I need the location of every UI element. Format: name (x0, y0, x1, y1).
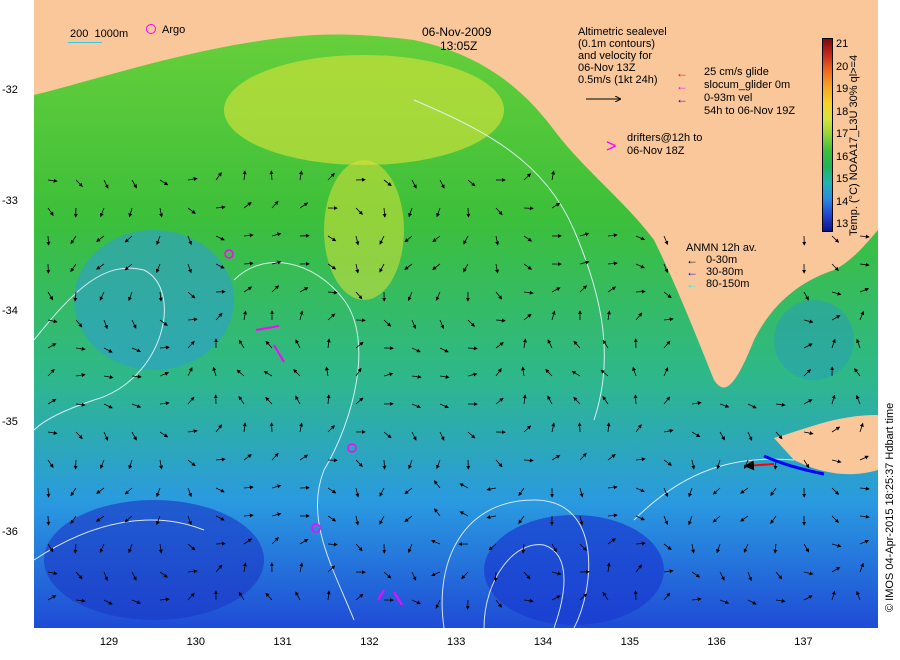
cool-eddy (74, 230, 234, 370)
x-tick-label: 136 (707, 636, 726, 648)
colorbar-tick: 20 (836, 60, 849, 73)
glide-25-label: 25 cm/s glide (704, 66, 769, 78)
drifters-line-2: 06-Nov 18Z (627, 145, 685, 157)
vel-time-label: 54h to 06-Nov 19Z (704, 105, 796, 117)
velocity-arrow (269, 422, 274, 433)
colorbar-title: Temp. (°C) NOAA17_L3U 30% ql>=4 (848, 54, 860, 236)
velocity-arrow (577, 422, 582, 433)
x-tick-label: 135 (620, 636, 639, 648)
map-time: 13:05Z (440, 39, 478, 53)
colorbar-tick: 19 (836, 83, 849, 95)
anmn-arrow-icon: ← (686, 277, 698, 291)
depth-1000-label: 1000m (94, 28, 129, 40)
x-tick-label: 134 (533, 636, 553, 648)
x-tick-label: 131 (273, 636, 292, 648)
altimetry-line-1: Altimetric sealevel (578, 26, 667, 38)
colorbar-tick: 14 (836, 195, 849, 208)
depth-200-label: 200 (70, 28, 89, 40)
altimetry-note: Altimetric sealevel (0.1m contours) and … (578, 26, 667, 86)
argo-legend-icon (146, 24, 156, 34)
cool-eddy (484, 515, 664, 625)
glider-legend: ← 25 cm/s glide ← slocum_glider 0m ← 0-9… (676, 66, 795, 117)
slocum-label: slocum_glider 0m (704, 79, 791, 91)
velocity-arrow (46, 515, 51, 526)
y-tick-label: -36 (2, 526, 18, 538)
temperature-colorbar (822, 38, 833, 232)
vel-label: 0-93m vel (704, 92, 753, 104)
anmn-legend: ANMN 12h av. ← 0-30m ← 30-80m ← 80-150m (686, 242, 757, 291)
y-tick-label: -35 (2, 415, 18, 428)
x-tick-label: 130 (186, 636, 205, 648)
scale-arrow (586, 94, 626, 104)
velocity-arrow (466, 207, 471, 218)
anmn-item: ← 80-150m (686, 277, 757, 291)
red-arrow-icon: ← (676, 66, 688, 80)
x-tick-label: 129 (99, 636, 119, 648)
drifter-icon: > (606, 136, 617, 156)
credit-text: © IMOS 04-Apr-2015 18:25:37 Hdbart time (884, 402, 896, 612)
velocity-arrow (73, 459, 78, 470)
altimetry-line-2: (0.1m contours) (578, 38, 656, 50)
altimetry-line-5: 0.5m/s (1kt 24h) (578, 74, 658, 86)
colorbar-tick: 17 (836, 128, 849, 140)
warm-patch (224, 55, 504, 165)
anmn-label: 0-30m (706, 254, 738, 266)
anmn-label: 30-80m (706, 266, 744, 278)
y-tick-label: -33 (2, 194, 18, 207)
drifters-line-1: drifters@12h to (627, 132, 703, 144)
warm-patch (324, 160, 404, 300)
bathymetry-line (68, 42, 102, 43)
magenta-arrow-icon: ← (676, 79, 688, 93)
x-tick-label: 132 (360, 636, 379, 648)
colorbar-tick: 18 (836, 105, 849, 118)
blue-arrow-icon: ← (676, 92, 688, 106)
y-tick-label: -32 (2, 84, 18, 96)
colorbar-tick: 21 (836, 38, 849, 50)
map-date: 06-Nov-2009 (422, 25, 492, 39)
altimetry-line-3: and velocity for (578, 50, 652, 62)
altimetry-line-4: 06-Nov 13Z (578, 62, 636, 74)
colorbar-tick: 15 (836, 173, 849, 185)
velocity-arrow (215, 541, 226, 546)
y-tick-label: -34 (2, 305, 18, 317)
colorbar-tick: 16 (836, 150, 849, 163)
colorbar-tick: 13 (836, 218, 849, 230)
argo-legend-label: Argo (162, 24, 186, 36)
gulf-water (774, 300, 854, 380)
bathymetry-legend: 200 1000m (70, 28, 128, 40)
x-tick-label: 137 (794, 636, 813, 648)
anmn-label: 80-150m (706, 278, 750, 290)
velocity-arrow (467, 346, 478, 351)
cool-eddy (44, 500, 264, 620)
x-tick-label: 133 (447, 636, 466, 648)
